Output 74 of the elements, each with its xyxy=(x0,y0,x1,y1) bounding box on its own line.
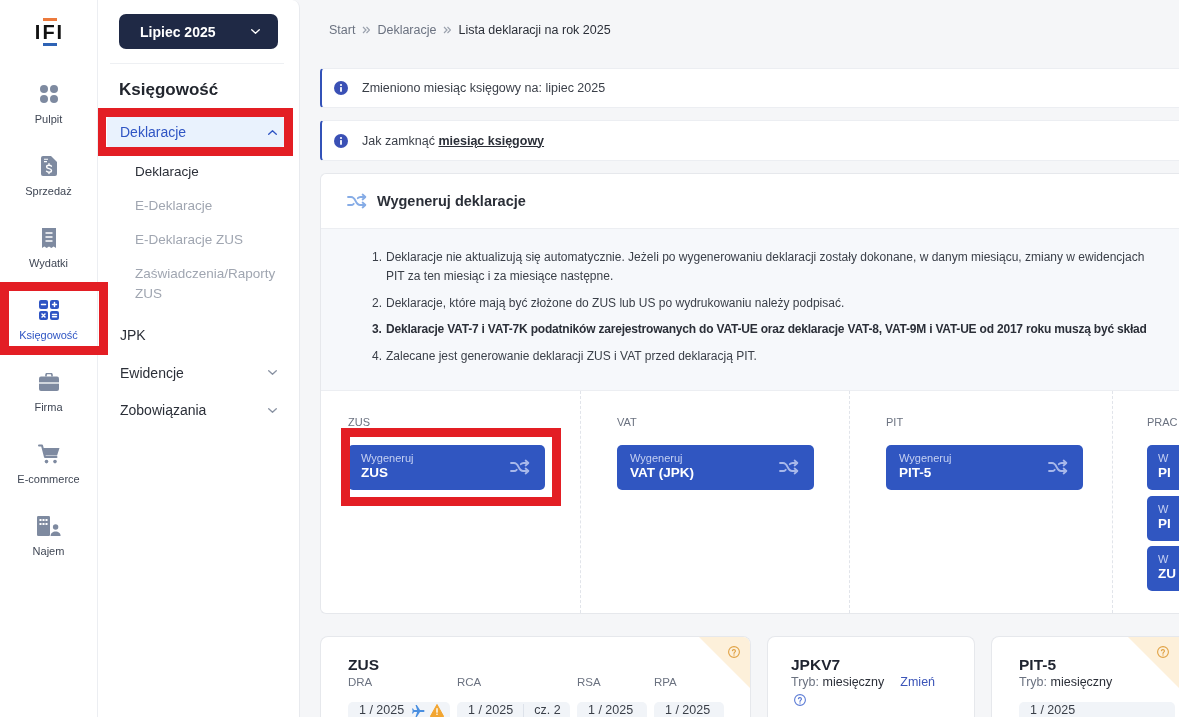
generate-button[interactable]: Wygeneruj VAT (JPK) xyxy=(617,445,814,490)
period-text: 1 / 2025 xyxy=(359,704,405,717)
card-title: Wygeneruj deklaracje xyxy=(377,192,526,210)
rail-nav-item[interactable]: Wydatki xyxy=(0,214,97,286)
shuffle-icon xyxy=(1048,459,1068,475)
note-text: Deklaracje, które mają być złożone do ZUS lub US po wydrukowaniu należy podpisać. xyxy=(386,294,846,312)
part-text: cz. 2 xyxy=(523,704,561,717)
breadcrumb-link[interactable]: Lista deklaracji na rok 2025 xyxy=(458,21,611,39)
briefcase-icon xyxy=(38,373,59,391)
chevron-icon xyxy=(251,29,260,34)
menu-item[interactable]: Ewidencje xyxy=(107,357,284,388)
building-person-icon xyxy=(36,516,61,536)
alert-text: Jak zamknąć miesiąc księgowy xyxy=(362,132,545,149)
generate-button[interactable]: Wygeneruj ZUS xyxy=(348,445,545,490)
section-heading: Księgowość xyxy=(119,79,220,101)
cart-icon xyxy=(37,444,60,464)
rail-nav-item[interactable]: Sprzedaż xyxy=(0,142,97,214)
submenu-item[interactable]: Deklaracje xyxy=(107,154,284,189)
period-text: 1 / 2025 xyxy=(468,704,514,717)
rail-nav-item[interactable]: Pulpit xyxy=(0,70,97,142)
field-label: DRA xyxy=(348,676,374,689)
breadcrumb-link[interactable]: Deklaracje xyxy=(377,21,437,39)
mode-text: Tryb: miesięczny xyxy=(791,676,885,689)
menu-item[interactable]: Deklaracje xyxy=(107,117,284,147)
menu-item[interactable]: Zobowiązania xyxy=(107,395,284,425)
double-chevron-icon xyxy=(443,26,452,34)
period-text: 1 / 2025 xyxy=(665,704,711,717)
column-label: VAT xyxy=(617,416,638,429)
card-title: PIT-5 xyxy=(1019,656,1058,674)
generate-button[interactable]: W ZU xyxy=(1147,546,1179,591)
card-title: ZUS xyxy=(348,656,380,674)
generate-button[interactable]: W PI xyxy=(1147,445,1179,490)
shuffle-icon xyxy=(779,459,799,475)
field-label: RCA xyxy=(457,676,483,689)
calculator-icon xyxy=(38,300,59,320)
change-link[interactable]: Zmień xyxy=(900,676,936,689)
column-label: ZUS xyxy=(348,416,371,429)
info-icon xyxy=(334,133,348,148)
dots-grid-icon xyxy=(38,84,59,104)
info-icon xyxy=(334,81,348,95)
period-dropdown[interactable]: Lipiec 2025 xyxy=(119,14,278,49)
receipt-icon xyxy=(40,228,57,248)
help-icon xyxy=(728,646,740,658)
list-number: 3. xyxy=(372,321,383,338)
mode-text: Tryb: miesięczny xyxy=(1019,676,1113,689)
shuffle-icon xyxy=(510,459,530,475)
list-number: 2. xyxy=(372,294,383,312)
generate-button[interactable]: W PI xyxy=(1147,495,1179,541)
rail-nav-item[interactable]: Najem xyxy=(0,502,97,574)
note-text: Deklaracje VAT-7 i VAT-7K podatników zarejestrowanych do VAT-UE oraz deklaracje VAT-8, VAT-9M i VAT-UE od 2017 roku muszą być skład xyxy=(386,321,1148,338)
card-title: JPKV7 xyxy=(791,656,842,674)
rail-nav-item[interactable]: Firma xyxy=(0,358,97,430)
logo: IFI xyxy=(32,18,65,46)
rail-nav-item[interactable]: E-commerce xyxy=(0,430,97,502)
breadcrumb-link[interactable]: Start xyxy=(329,21,356,39)
note-text: Zalecane jest generowanie deklaracji ZUS i VAT przed deklaracją PIT. xyxy=(386,347,758,365)
generate-button[interactable]: Wygeneruj PIT-5 xyxy=(886,445,1083,490)
field-label: RSA xyxy=(577,676,602,689)
rail-nav-item[interactable]: Księgowość xyxy=(0,286,97,358)
list-number: 1. xyxy=(372,249,383,266)
period-text: 1 / 2025 xyxy=(588,704,634,717)
field-label: RPA xyxy=(654,676,678,689)
help-icon xyxy=(1157,646,1169,658)
column-label: PRAC xyxy=(1147,416,1179,429)
double-chevron-icon xyxy=(362,26,371,34)
list-number: 4. xyxy=(372,347,383,365)
dollar-document-icon xyxy=(40,156,57,176)
period-text: 1 / 2025 xyxy=(1030,704,1076,717)
menu-item[interactable]: JPK xyxy=(107,320,284,350)
shuffle-icon xyxy=(347,193,367,209)
help-link[interactable]: miesiąc księgowy xyxy=(438,133,545,148)
note-text: Deklaracje nie aktualizują się automatycznie. Jeżeli po wygenerowaniu deklaracji zostały dokonane, w danym miesiącu, zmiany w ewidencjach PIT za ten miesiąc i za miesiące następne. xyxy=(386,249,1146,285)
column-label: PIT xyxy=(886,416,905,429)
alert-text: Zmieniono miesiąc księgowy na: lipiec 2025 xyxy=(362,80,606,96)
